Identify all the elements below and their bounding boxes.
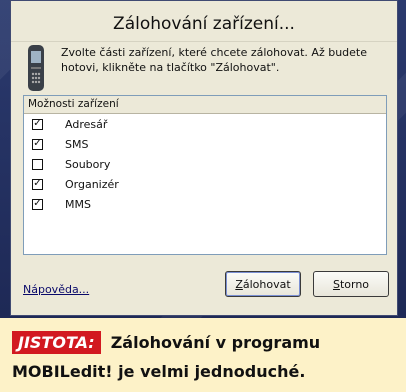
- cancel-button[interactable]: Storno: [313, 271, 389, 297]
- checkbox[interactable]: ✓: [32, 138, 43, 150]
- intro-section: Zvolte části zařízení, které chcete zálo…: [23, 43, 387, 93]
- list-item-label: MMS: [65, 197, 91, 211]
- intro-text: Zvolte části zařízení, které chcete zálo…: [61, 46, 367, 74]
- device-options-list: Možnosti zařízení ✓ Adresář ✓ SMS Soubory ✓ Or…: [23, 95, 387, 255]
- caption-line1: JISTOTA: Zálohování v programu: [12, 331, 320, 354]
- caption-text-line2: MOBILedit! je velmi jednoduché.: [12, 362, 306, 381]
- caption-badge: JISTOTA:: [12, 331, 101, 354]
- list-item[interactable]: ✓ MMS: [24, 194, 386, 214]
- list-item-label: SMS: [65, 137, 89, 151]
- mobile-phone-icon: [28, 45, 44, 91]
- list-item[interactable]: ✓ Adresář: [24, 114, 386, 134]
- dialog-titlebar: Zálohování zařízení...: [11, 1, 397, 42]
- list-item-label: Soubory: [65, 157, 111, 171]
- list-item-label: Adresář: [65, 117, 108, 131]
- checkbox[interactable]: ✓: [32, 178, 43, 190]
- list-item[interactable]: ✓ Organizér: [24, 174, 386, 194]
- checkbox[interactable]: ✓: [32, 198, 43, 210]
- caption-box: JISTOTA: Zálohování v programu MOBILedit…: [0, 318, 406, 392]
- checkbox[interactable]: [32, 158, 43, 170]
- backup-button[interactable]: Zálohovat: [225, 271, 301, 297]
- caption-text-line1: Zálohování v programu: [110, 333, 321, 352]
- list-item-label: Organizér: [65, 177, 119, 191]
- backup-dialog: Zálohování zařízení... Zvolte části zaří…: [10, 0, 398, 316]
- dialog-title: Zálohování zařízení...: [113, 14, 295, 34]
- checkbox[interactable]: ✓: [32, 118, 43, 130]
- help-link[interactable]: Nápověda...: [23, 283, 89, 296]
- list-header: Možnosti zařízení: [24, 96, 386, 114]
- list-item[interactable]: ✓ SMS: [24, 134, 386, 154]
- list-item[interactable]: Soubory: [24, 154, 386, 174]
